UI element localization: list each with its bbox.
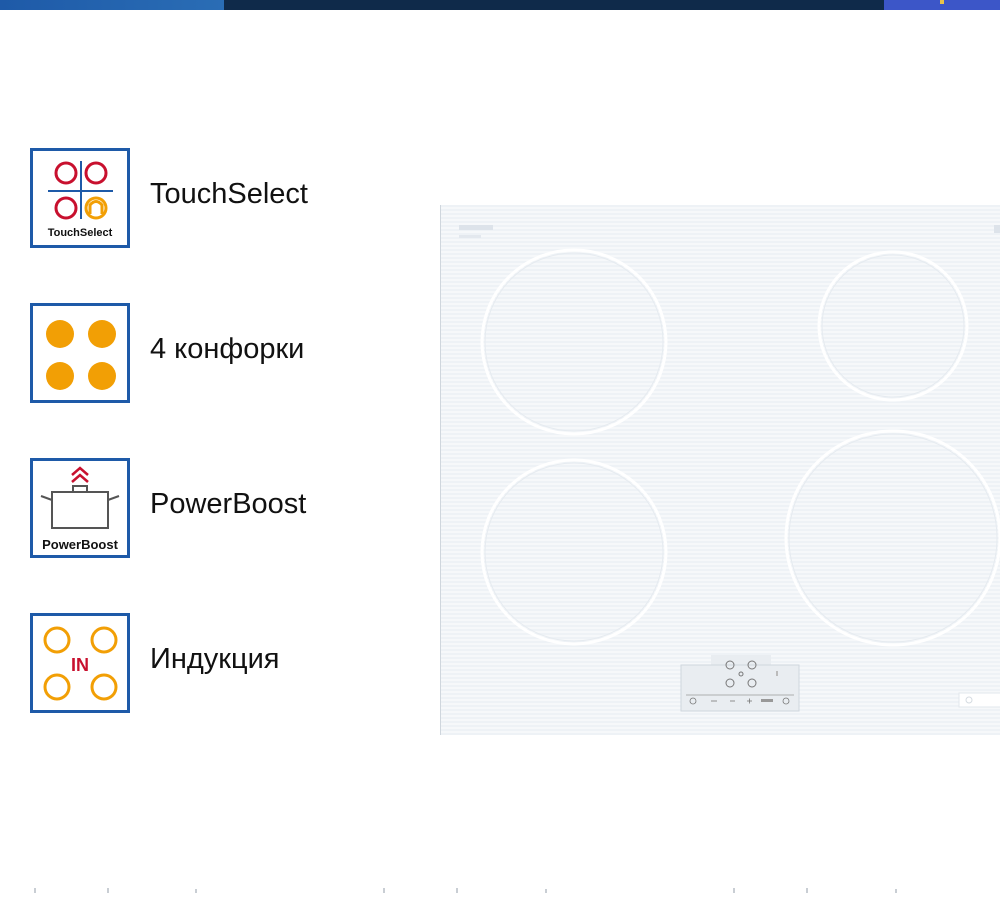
cooktop-image — [440, 205, 1000, 735]
hob-marking-top-left-small — [459, 235, 481, 238]
feature-label-touchselect: TouchSelect — [150, 178, 308, 210]
feature-four-burners: 4 конфорки — [30, 303, 430, 403]
induction-icon: IN — [30, 613, 130, 713]
burner-top-right — [817, 250, 969, 402]
feature-powerboost: PowerBoost PowerBoost — [30, 458, 430, 558]
top-bar-segment-blue — [0, 0, 224, 10]
touchselect-icon-text: TouchSelect — [48, 227, 113, 239]
four-burners-icon — [30, 303, 130, 403]
top-bar-segment-dark — [224, 0, 884, 10]
top-color-bar — [0, 0, 1000, 10]
induction-icon-text: IN — [71, 655, 89, 675]
feature-label-powerboost: PowerBoost — [150, 488, 307, 520]
control-panel — [680, 655, 800, 712]
hob-marking-top-right — [994, 225, 1000, 233]
brand-logo-plate — [958, 692, 1000, 708]
feature-label-induction: Индукция — [150, 643, 280, 675]
hob-marking-top-left — [459, 225, 493, 230]
burner-top-left — [480, 248, 668, 436]
touchselect-icon: TouchSelect — [30, 148, 130, 248]
powerboost-icon: PowerBoost — [30, 458, 130, 558]
feature-induction: IN Индукция — [30, 613, 430, 713]
top-bar-segment-purple — [884, 0, 1000, 10]
powerboost-icon-text: PowerBoost — [42, 537, 119, 552]
footer-decoration — [0, 880, 1000, 893]
feature-touchselect: TouchSelect TouchSelect — [30, 148, 430, 248]
burner-bottom-left — [480, 458, 668, 646]
feature-label-four-burners: 4 конфорки — [150, 333, 305, 365]
burner-bottom-right — [784, 429, 1000, 647]
boost-icon[interactable] — [761, 699, 773, 702]
